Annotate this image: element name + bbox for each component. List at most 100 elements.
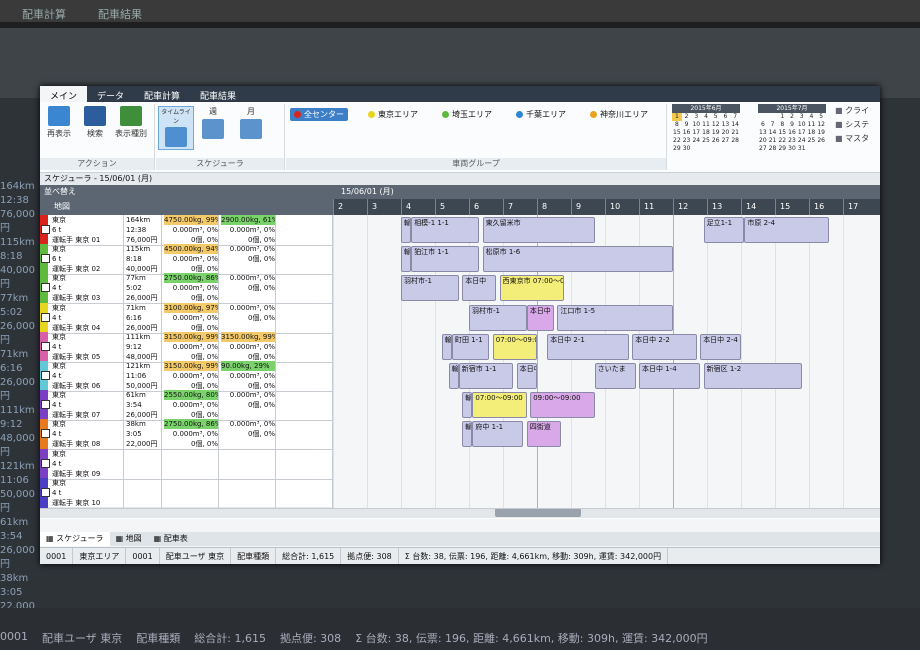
calendar-day[interactable]: 22 (777, 137, 787, 145)
calendar-day[interactable]: 2 (682, 113, 692, 121)
delivery-slot[interactable]: 輸送 (462, 421, 473, 448)
calendar-day[interactable]: 10 (797, 121, 807, 129)
calendar-day[interactable] (758, 113, 768, 121)
delivery-slot[interactable]: 本日中 2-4 (700, 333, 741, 360)
search-button[interactable]: 検索 (78, 106, 112, 139)
calendar-day[interactable]: 10 (691, 121, 701, 129)
calendar-day[interactable]: 15 (672, 129, 682, 137)
vehicle-group-chip[interactable]: 全センター (290, 108, 348, 121)
calendar-day[interactable]: 16 (682, 129, 692, 137)
menu-tab-2[interactable]: 配車計算 (134, 86, 190, 102)
calendar-day[interactable]: 5 (711, 113, 721, 121)
calendar-day[interactable]: 16 (787, 129, 797, 137)
vehicle-row[interactable]: 東京 4 t 運転手 東京 09 (40, 448, 880, 480)
calendar-day[interactable]: 12 (711, 121, 721, 129)
calendar-july[interactable]: 2015年7月 1 2 3 4 5 6 7 8 9 10 11 12 13 14 15 16 17 18 19 20 2… (758, 104, 826, 153)
delivery-slot[interactable]: 羽村市-1 (401, 275, 459, 302)
calendar-day[interactable]: 29 (777, 145, 787, 153)
delivery-slot[interactable]: 本日中 2-2 (632, 333, 697, 360)
calendar-day[interactable]: 31 (797, 145, 807, 153)
menu-tab-0[interactable]: メイン (40, 86, 88, 102)
vehicle-group-chip[interactable]: 東京エリア (364, 108, 422, 121)
calendar-day[interactable]: 17 (797, 129, 807, 137)
delivery-slot[interactable]: 輸送 (448, 363, 459, 389)
delivery-slot[interactable]: 輸送 (462, 392, 473, 419)
delivery-slot[interactable]: 狛江市 1-1 (411, 246, 480, 273)
delivery-slot[interactable]: 新宿区 1-2 (703, 363, 803, 389)
delivery-slot[interactable]: 足立1-1 (703, 217, 745, 243)
calendar-day[interactable]: 26 (711, 137, 721, 145)
vehicle-checkbox[interactable] (41, 283, 50, 293)
calendar-day[interactable]: 28 (730, 137, 740, 145)
delivery-slot[interactable]: 町田 1-1 (452, 333, 490, 360)
delivery-slot[interactable]: 府中 1-1 (472, 421, 524, 448)
calendar-day[interactable]: 27 (721, 137, 731, 145)
calendar-day[interactable]: 6 (721, 113, 731, 121)
calendar-day[interactable]: 18 (701, 129, 711, 137)
calendar-day[interactable]: 2 (787, 113, 797, 121)
menu-tab-1[interactable]: データ (87, 86, 134, 102)
vehicle-row[interactable]: 東京 4 t 運転手 東京 06 121km 11:06 50,000円 3150.00kg… (40, 361, 880, 392)
calendar-day[interactable]: 8 (777, 121, 787, 129)
delivery-slot[interactable]: 相模-1 1-1 (411, 217, 480, 243)
delivery-slot[interactable]: 本日中 1-4 (639, 363, 701, 389)
vehicle-checkbox[interactable] (41, 458, 50, 468)
vehicle-row[interactable]: 東京 4 t 運転手 東京 07 61km 3:54 26,000円 2550.00kg, … (40, 390, 880, 422)
week-button[interactable]: 週 (196, 106, 230, 141)
vehicle-checkbox[interactable] (41, 487, 50, 497)
bottom-tab[interactable]: ▦ 地図 (110, 532, 148, 546)
calendar-day[interactable]: 1 (672, 113, 682, 121)
calendar-day[interactable]: 21 (730, 129, 740, 137)
calendar-day[interactable]: 4 (807, 113, 817, 121)
vehicle-checkbox[interactable] (41, 254, 50, 264)
scrollbar-thumb[interactable] (495, 508, 581, 517)
calendar-day[interactable] (807, 145, 817, 153)
delivery-slot[interactable]: 本日中 (516, 363, 537, 389)
calendar-day[interactable]: 13 (721, 121, 731, 129)
refresh-button[interactable]: 再表示 (42, 106, 76, 139)
calendar-day[interactable]: 18 (807, 129, 817, 137)
calendar-day[interactable]: 21 (768, 137, 778, 145)
vehicle-row[interactable]: 東京 4 t 運転手 東京 05 111km 9:12 48,000円 3150.00kg,… (40, 331, 880, 363)
vehicle-group-chip[interactable]: 千葉エリア (512, 108, 570, 121)
delivery-slot[interactable]: 輸送 (441, 333, 452, 360)
vehicle-row[interactable]: 東京 4 t 運転手 東京 03 77km 5:02 26,000円 2750.00kg, … (40, 273, 880, 305)
calendar-day[interactable]: 11 (807, 121, 817, 129)
vehicle-checkbox[interactable] (41, 341, 50, 351)
side-menu-item[interactable]: ■ システ (835, 118, 869, 132)
calendar-day[interactable]: 15 (777, 129, 787, 137)
delivery-slot[interactable]: 四街道 (526, 421, 561, 448)
vehicle-group-chip[interactable]: 神奈川エリア (586, 108, 652, 121)
calendar-day[interactable]: 22 (672, 137, 682, 145)
calendar-day[interactable] (768, 113, 778, 121)
vehicle-row[interactable]: 東京 4 t 運転手 東京 08 38km 3:05 22,000円 2750.00kg, … (40, 419, 880, 451)
delivery-slot[interactable]: 本日中 (462, 275, 497, 302)
calendar-day[interactable]: 30 (682, 145, 692, 153)
calendar-day[interactable]: 4 (701, 113, 711, 121)
vehicle-checkbox[interactable] (41, 312, 50, 322)
calendar-day[interactable]: 29 (672, 145, 682, 153)
calendar-day[interactable]: 30 (787, 145, 797, 153)
sort-header[interactable]: 並べ替え (40, 185, 333, 199)
calendar-day[interactable]: 28 (768, 145, 778, 153)
delivery-slot[interactable]: 西東京市 07:00～09:00 (499, 275, 565, 302)
calendar-day[interactable]: 5 (816, 113, 826, 121)
vehicle-checkbox[interactable] (41, 400, 50, 410)
vehicle-row[interactable]: 東京 4 t 運転手 東京 10 (40, 477, 880, 509)
vehicle-checkbox[interactable] (41, 371, 50, 380)
calendar-day[interactable]: 7 (730, 113, 740, 121)
calendar-day[interactable]: 24 (797, 137, 807, 145)
month-button[interactable]: 月 (234, 106, 268, 141)
calendar-day[interactable]: 20 (721, 129, 731, 137)
delivery-slot[interactable]: 輸送 (401, 217, 412, 243)
calendar-day[interactable]: 24 (691, 137, 701, 145)
side-menu-item[interactable]: ■ マスタ (835, 132, 869, 146)
delivery-slot[interactable]: 江口市 1-5 (557, 304, 673, 331)
calendar-day[interactable]: 7 (768, 121, 778, 129)
calendar-day[interactable]: 19 (711, 129, 721, 137)
bottom-tab[interactable]: ▦ 配車表 (148, 532, 194, 546)
calendar-day[interactable]: 23 (787, 137, 797, 145)
delivery-slot[interactable]: 07:00～09:00 (492, 333, 537, 360)
calendar-day[interactable] (816, 145, 826, 153)
calendar-day[interactable] (730, 145, 740, 153)
